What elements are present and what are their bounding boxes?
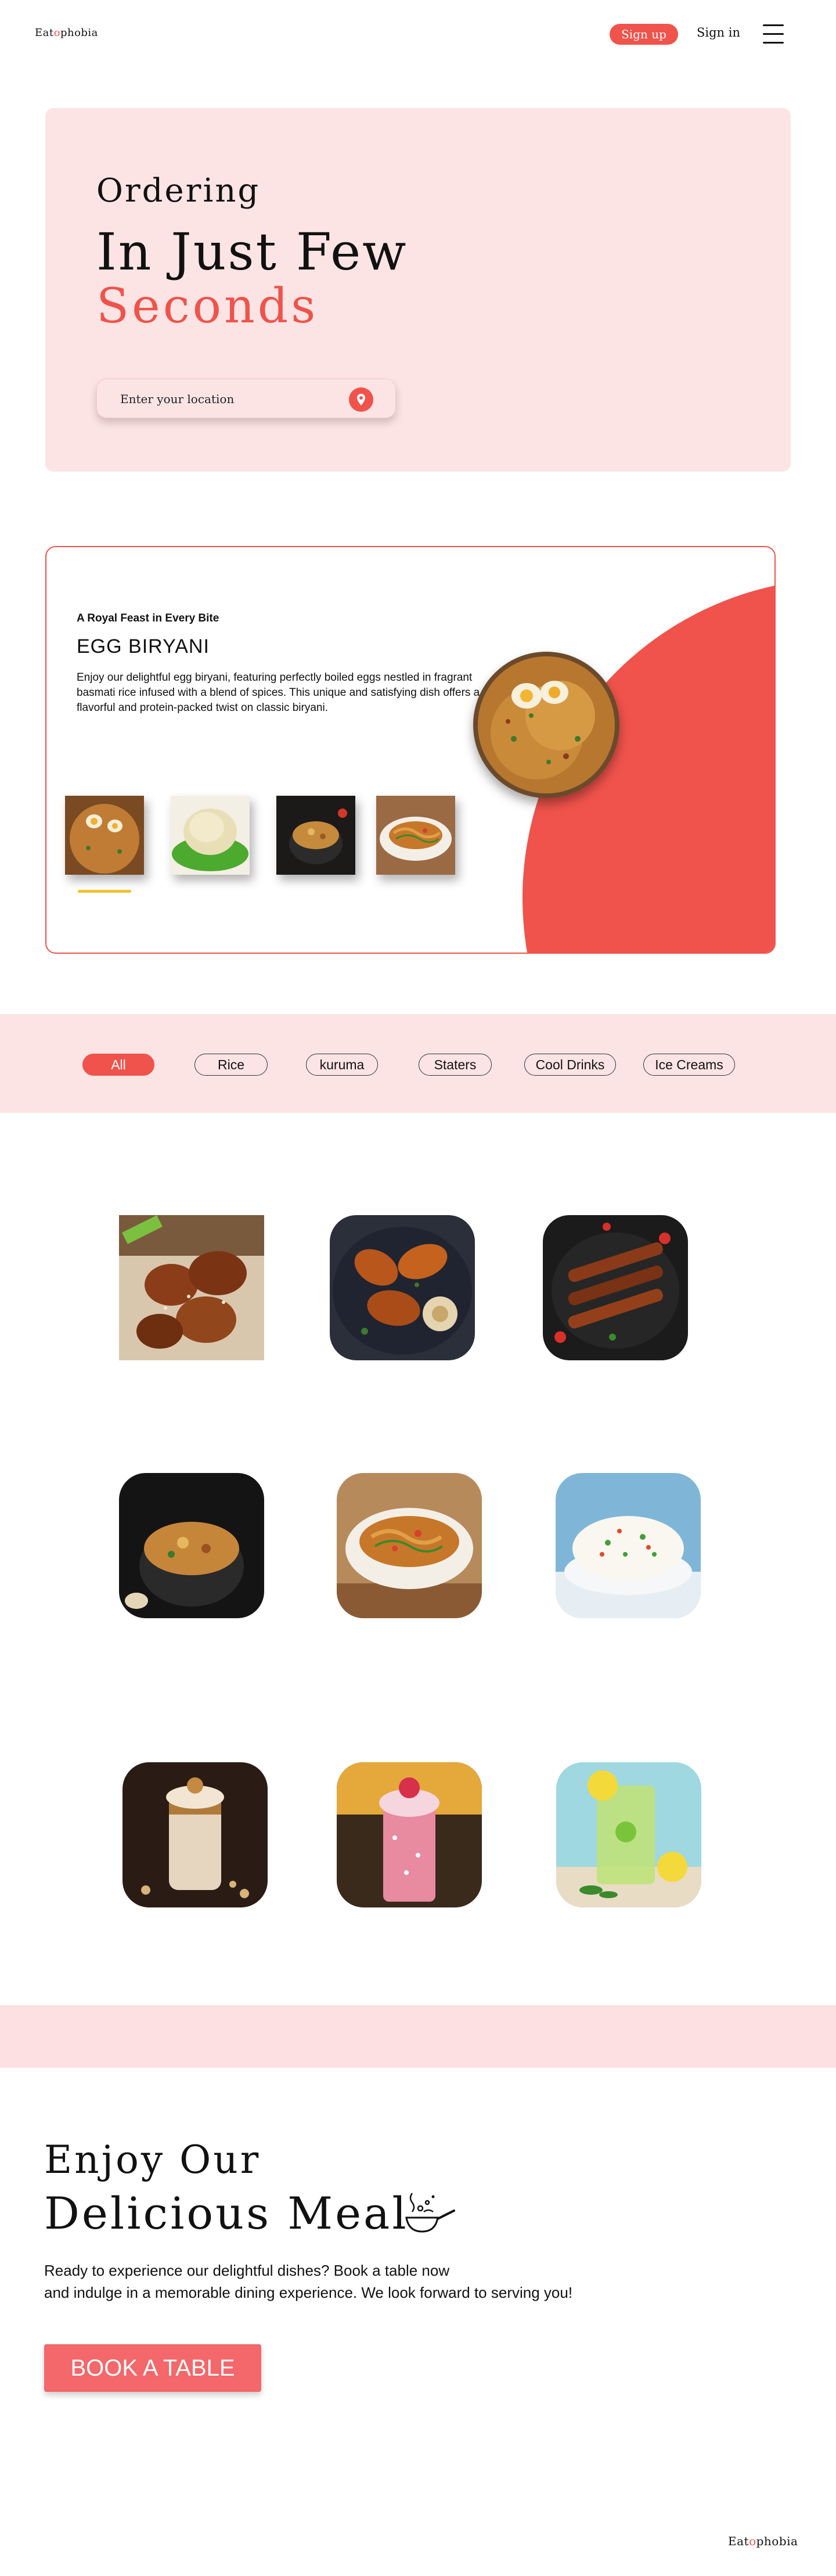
category-chip-all[interactable]: All [82,1054,154,1076]
divider-band [0,2005,836,2068]
thumbnail-white-rice[interactable] [171,796,250,875]
map-pin-icon[interactable] [349,387,373,412]
category-filter-bar: All Rice kuruma Staters Cool Drinks Ice … [0,1014,836,1113]
footer-logo[interactable]: Eatophobia [728,2534,798,2548]
location-input[interactable] [120,391,352,407]
logo[interactable]: Eatophobia [35,27,98,39]
featured-title: EGG BIRYANI [77,635,210,658]
featured-dish-card: A Royal Feast in Every Bite EGG BIRYANI … [45,546,776,954]
carousel-indicator [78,890,131,893]
thumbnail-egg-biryani[interactable] [65,796,144,875]
hero-section: Ordering In Just Few Seconds [45,108,791,472]
dish-lemon-mojito[interactable] [556,1762,701,1907]
hero-heading-line2: In Just Few [96,222,408,282]
cta-heading-line1: Enjoy Our [44,2137,261,2182]
cooking-pan-icon [401,2191,456,2237]
dish-veg-fried-rice[interactable] [556,1473,701,1618]
cta-heading-line2: Delicious Meal [44,2187,409,2239]
dish-strawberry-shake[interactable] [337,1762,482,1907]
signup-button[interactable]: Sign up [610,24,678,45]
thumbnail-biryani-bowl[interactable] [276,796,355,875]
hero-heading-line3: Seconds [96,279,319,334]
dish-caramel-milkshake[interactable] [122,1762,268,1907]
category-chip-staters[interactable]: Staters [419,1054,492,1076]
featured-dish-image [473,652,619,798]
dish-chicken-biryani[interactable] [119,1473,264,1618]
featured-tagline: A Royal Feast in Every Bite [77,612,219,624]
thumbnail-noodles[interactable] [376,796,455,875]
category-chip-cool-drinks[interactable]: Cool Drinks [524,1054,616,1076]
dish-kebab-skewers[interactable] [543,1215,688,1360]
dish-chicken-wings[interactable] [119,1215,264,1360]
category-chip-kuruma[interactable]: kuruma [306,1054,378,1076]
dish-roast-chicken-legs[interactable] [330,1215,475,1360]
cta-paragraph-line1: Ready to experience our delightful dishe… [44,2262,450,2279]
signin-link[interactable]: Sign in [697,26,740,39]
hero-heading-line1: Ordering [96,172,261,210]
featured-description: Enjoy our delightful egg biryani, featur… [77,671,480,714]
category-chip-ice-creams[interactable]: Ice Creams [643,1054,735,1076]
hamburger-icon[interactable] [763,23,784,45]
dish-stir-fry-noodles[interactable] [337,1473,482,1618]
location-search-box [96,379,396,418]
book-table-button[interactable]: BOOK A TABLE [44,2344,261,2392]
cta-paragraph-line2: and indulge in a memorable dining experi… [44,2284,573,2301]
category-chip-rice[interactable]: Rice [194,1054,268,1076]
